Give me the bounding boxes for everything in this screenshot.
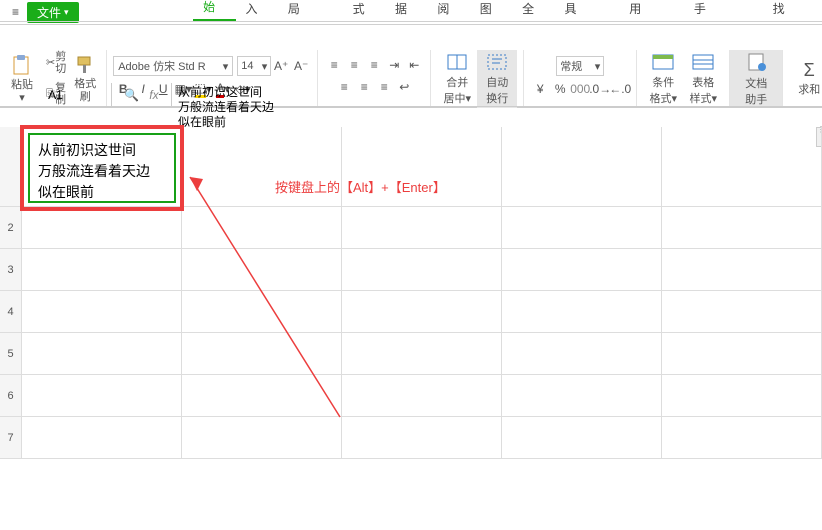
cell-D2[interactable] (502, 207, 662, 249)
ribbon-tabs: 开始 插入 页面布局 公式 数据 审阅 视图 安全 开发工具 特色应用 文档助手… (0, 0, 822, 22)
align-mid-button[interactable]: ≡ (345, 56, 363, 74)
cell-D4[interactable] (502, 291, 662, 333)
cell-A3[interactable] (22, 249, 182, 291)
row-hdr-2[interactable]: 2 (0, 207, 22, 249)
cell-C2[interactable] (342, 207, 502, 249)
tab-insert[interactable]: 插入 (236, 0, 278, 21)
cell-A6[interactable] (22, 375, 182, 417)
tab-dochelper[interactable]: 文档助手 (684, 0, 749, 21)
cell-B6[interactable] (182, 375, 342, 417)
formula-bar[interactable]: 从前初识这世间 万般流连看着天边 似在眼前 (172, 83, 822, 106)
cell-C3[interactable] (342, 249, 502, 291)
tab-dev[interactable]: 开发工具 (554, 0, 619, 21)
cell-line2: 万般流连看着天边 (38, 162, 166, 183)
align-top-button[interactable]: ≡ (325, 56, 343, 74)
font-name-select[interactable]: Adobe 仿宋 Std R▾ (113, 56, 233, 76)
cell-E1[interactable] (662, 127, 822, 207)
row-hdr-4[interactable]: 4 (0, 291, 22, 333)
cell-E6[interactable] (662, 375, 822, 417)
cell-E7[interactable] (662, 417, 822, 459)
cell-D5[interactable] (502, 333, 662, 375)
spreadsheet-grid[interactable]: 2 3 4 5 6 7 (0, 127, 822, 530)
cell-C4[interactable] (342, 291, 502, 333)
cell-E5[interactable] (662, 333, 822, 375)
tab-find[interactable]: 🔍 查找 (763, 0, 822, 21)
indent-dec-button[interactable]: ⇤ (405, 56, 423, 74)
decrease-font-button[interactable]: A⁻ (292, 57, 310, 75)
fx-search-icon[interactable]: 🔍 (124, 88, 139, 102)
cell-A5[interactable] (22, 333, 182, 375)
cell-D7[interactable] (502, 417, 662, 459)
row-hdr-6[interactable]: 6 (0, 375, 22, 417)
cell-E3[interactable] (662, 249, 822, 291)
annotation-text: 按键盘上的【Alt】+【Enter】 (275, 177, 446, 196)
cell-D3[interactable] (502, 249, 662, 291)
increase-font-button[interactable]: A⁺ (272, 57, 290, 75)
cell-B5[interactable] (182, 333, 342, 375)
cell-E2[interactable] (662, 207, 822, 249)
row-hdr-1[interactable] (0, 127, 22, 207)
row-hdr-3[interactable]: 3 (0, 249, 22, 291)
cell-B2[interactable] (182, 207, 342, 249)
font-name-value: Adobe 仿宋 Std R (118, 58, 205, 74)
cell-line3: 似在眼前 (38, 183, 166, 204)
cell-A2[interactable] (22, 207, 182, 249)
cell-C5[interactable] (342, 333, 502, 375)
cell-B7[interactable] (182, 417, 342, 459)
cell-B3[interactable] (182, 249, 342, 291)
cell-D1[interactable] (502, 127, 662, 207)
row-hdr-7[interactable]: 7 (0, 417, 22, 459)
row-hdr-5[interactable]: 5 (0, 333, 22, 375)
tab-start[interactable]: 开始 (193, 0, 235, 21)
indent-inc-button[interactable]: ⇥ (385, 56, 403, 74)
cell-A1-content[interactable]: 从前初识这世间 万般流连看着天边 似在眼前 (28, 133, 176, 203)
align-bot-button[interactable]: ≡ (365, 56, 383, 74)
font-size-value: 14 (241, 60, 253, 72)
tab-review[interactable]: 审阅 (427, 0, 469, 21)
tab-view[interactable]: 视图 (470, 0, 512, 21)
fx-icon[interactable]: fx (149, 88, 158, 102)
font-size-select[interactable]: 14▾ (237, 56, 271, 76)
tab-formula[interactable]: 公式 (343, 0, 385, 21)
formula-bar-row: A1 🔍 fx 从前初识这世间 万般流连看着天边 似在眼前 (0, 83, 822, 107)
cell-D6[interactable] (502, 375, 662, 417)
tab-security[interactable]: 安全 (512, 0, 554, 21)
cell-E4[interactable] (662, 291, 822, 333)
number-format-select[interactable]: 常规▾ (556, 56, 604, 76)
tab-special[interactable]: 特色应用 (619, 0, 684, 21)
cell-A7[interactable] (22, 417, 182, 459)
tab-layout[interactable]: 页面布局 (278, 0, 343, 21)
cut-label: 剪切 (55, 51, 66, 75)
cell-line1: 从前初识这世间 (38, 141, 166, 162)
tab-data[interactable]: 数据 (385, 0, 427, 21)
name-box[interactable]: A1 (0, 83, 112, 106)
numfmt-value: 常规 (560, 58, 582, 74)
tab-find-label: 查找 (773, 0, 803, 16)
cut-button[interactable]: ✂ 剪切 (42, 49, 70, 77)
cell-B4[interactable] (182, 291, 342, 333)
cell-C6[interactable] (342, 375, 502, 417)
cell-C7[interactable] (342, 417, 502, 459)
cell-A4[interactable] (22, 291, 182, 333)
